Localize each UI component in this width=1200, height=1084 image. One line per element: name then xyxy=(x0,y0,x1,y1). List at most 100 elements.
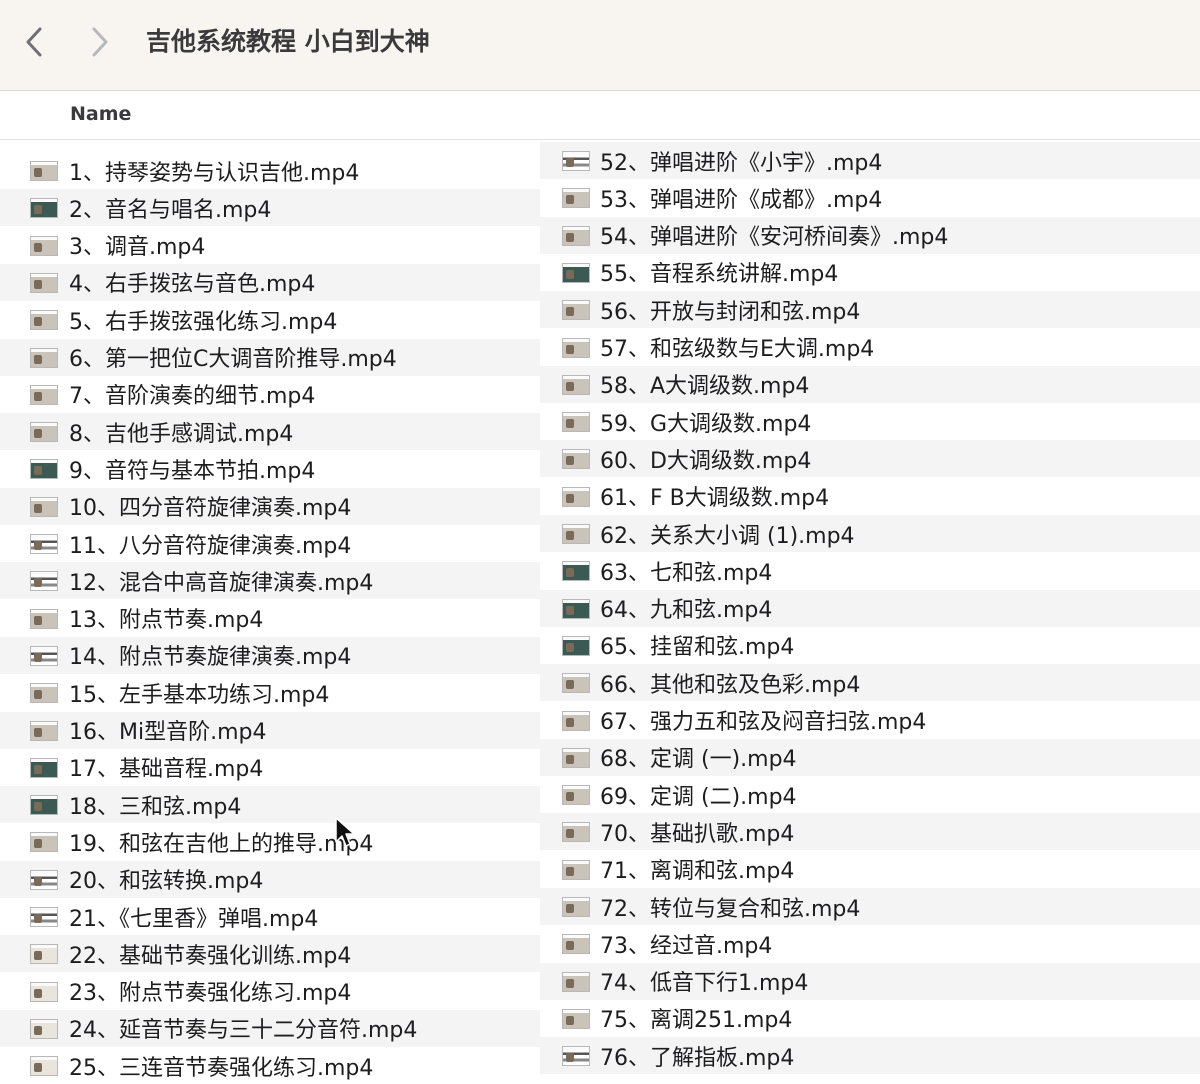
file-name: 61、F B大调级数.mp4 xyxy=(600,486,830,512)
file-name: 55、音程系统讲解.mp4 xyxy=(600,262,839,288)
forward-button[interactable] xyxy=(82,22,118,62)
file-row[interactable]: 7、音阶演奏的细节.mp4 xyxy=(0,376,540,413)
file-name: 9、音符与基本节拍.mp4 xyxy=(69,458,316,484)
file-row[interactable]: 66、其他和弦及色彩.mp4 xyxy=(540,664,1200,702)
file-row[interactable]: 4、右手拨弦与音色.mp4 xyxy=(0,263,540,301)
file-row[interactable]: 1、持琴姿势与认识吉他.mp4 xyxy=(0,152,540,189)
file-row[interactable]: 19、和弦在吉他上的推导.mp4 xyxy=(0,823,540,860)
file-row[interactable]: 54、弹唱进阶《安河桥间奏》.mp4 xyxy=(540,216,1200,254)
back-button[interactable] xyxy=(16,22,52,62)
file-row[interactable]: 20、和弦转换.mp4 xyxy=(0,860,540,898)
file-row[interactable]: 17、基础音程.mp4 xyxy=(0,749,540,786)
file-name: 2、音名与唱名.mp4 xyxy=(69,197,272,223)
file-row[interactable]: 67、强力五和弦及闷音扫弦.mp4 xyxy=(540,702,1200,739)
file-name: 62、关系大小调 (1).mp4 xyxy=(600,523,855,549)
file-row[interactable]: 56、开放与封闭和弦.mp4 xyxy=(540,291,1200,329)
file-row[interactable]: 74、低音下行1.mp4 xyxy=(540,962,1200,1000)
file-name: 65、挂留和弦.mp4 xyxy=(600,635,795,661)
video-thumbnail-icon xyxy=(562,300,590,321)
file-row[interactable]: 64、九和弦.mp4 xyxy=(540,589,1200,627)
video-thumbnail-icon xyxy=(30,683,58,704)
file-name: 53、弹唱进阶《成都》.mp4 xyxy=(600,187,883,213)
file-row[interactable]: 63、七和弦.mp4 xyxy=(540,552,1200,589)
column-header: Name xyxy=(0,91,1200,140)
file-name: 21、《七里香》弹唱.mp4 xyxy=(69,906,319,932)
file-name: 57、和弦级数与E大调.mp4 xyxy=(600,337,875,362)
video-thumbnail-icon xyxy=(562,822,590,843)
file-name: 72、转位与复合和弦.mp4 xyxy=(600,896,861,922)
video-thumbnail-icon xyxy=(30,1018,58,1039)
file-row[interactable]: 10、四分音符旋律演奏.mp4 xyxy=(0,487,540,525)
file-name: 13、附点节奏.mp4 xyxy=(69,608,264,634)
file-row[interactable]: 14、附点节奏旋律演奏.mp4 xyxy=(0,636,540,674)
file-name: 7、音阶演奏的细节.mp4 xyxy=(69,384,316,410)
file-row[interactable]: 15、左手基本功练习.mp4 xyxy=(0,674,540,711)
video-thumbnail-icon xyxy=(562,225,590,246)
file-row[interactable]: 12、混合中高音旋律演奏.mp4 xyxy=(0,562,540,600)
file-row[interactable]: 18、三和弦.mp4 xyxy=(0,786,540,824)
file-row[interactable]: 60、D大调级数.mp4 xyxy=(540,440,1200,478)
file-row[interactable]: 69、定调 (二).mp4 xyxy=(540,776,1200,813)
file-row[interactable]: 73、经过音.mp4 xyxy=(540,925,1200,962)
file-name: 68、定调 (一).mp4 xyxy=(600,747,797,773)
file-row[interactable]: 75、离调251.mp4 xyxy=(540,1000,1200,1037)
file-name: 70、基础扒歌.mp4 xyxy=(600,821,795,847)
video-thumbnail-icon xyxy=(30,907,58,927)
file-row[interactable]: 68、定调 (一).mp4 xyxy=(540,738,1200,776)
video-thumbnail-icon xyxy=(562,524,590,544)
file-row[interactable]: 70、基础扒歌.mp4 xyxy=(540,813,1200,851)
file-row[interactable]: 76、了解指板.mp4 xyxy=(540,1037,1200,1075)
file-row[interactable]: 3、调音.mp4 xyxy=(0,227,540,264)
file-row[interactable]: 16、Mi型音阶.mp4 xyxy=(0,711,540,749)
chevron-right-icon xyxy=(92,27,108,57)
file-row[interactable]: 5、右手拨弦强化练习.mp4 xyxy=(0,301,540,338)
file-name: 11、八分音符旋律演奏.mp4 xyxy=(69,533,352,559)
file-row[interactable]: 25、三连音节奏强化练习.mp4 xyxy=(0,1047,540,1084)
file-row[interactable]: 53、弹唱进阶《成都》.mp4 xyxy=(540,179,1200,216)
file-row[interactable]: 24、延音节奏与三十二分音符.mp4 xyxy=(0,1009,540,1047)
file-name: 67、强力五和弦及闷音扫弦.mp4 xyxy=(600,710,927,735)
file-row[interactable]: 65、挂留和弦.mp4 xyxy=(540,627,1200,664)
file-name: 10、四分音符旋律演奏.mp4 xyxy=(69,496,352,522)
file-row[interactable]: 11、八分音符旋律演奏.mp4 xyxy=(0,525,540,562)
video-thumbnail-icon xyxy=(30,571,58,592)
file-row[interactable]: 21、《七里香》弹唱.mp4 xyxy=(0,898,540,935)
video-thumbnail-icon xyxy=(30,534,58,554)
file-row[interactable]: 57、和弦级数与E大调.mp4 xyxy=(540,329,1200,366)
video-thumbnail-icon xyxy=(562,188,590,209)
file-row[interactable]: 59、G大调级数.mp4 xyxy=(540,403,1200,440)
video-thumbnail-icon xyxy=(562,449,590,470)
video-thumbnail-icon xyxy=(562,859,590,880)
file-name: 52、弹唱进阶《小宇》.mp4 xyxy=(600,150,883,176)
file-row[interactable]: 58、A大调级数.mp4 xyxy=(540,365,1200,403)
file-row[interactable]: 8、吉他手感调试.mp4 xyxy=(0,413,540,451)
file-name: 76、了解指板.mp4 xyxy=(600,1045,795,1071)
name-column-header[interactable]: Name xyxy=(70,91,131,139)
file-name: 19、和弦在吉他上的推导.mp4 xyxy=(69,831,374,857)
file-name: 22、基础节奏强化训练.mp4 xyxy=(69,943,352,969)
file-row[interactable]: 22、基础节奏强化训练.mp4 xyxy=(0,935,540,973)
file-name: 6、第一把位C大调音阶推导.mp4 xyxy=(69,347,397,372)
file-row[interactable]: 6、第一把位C大调音阶推导.mp4 xyxy=(0,338,540,376)
file-row[interactable]: 71、离调和弦.mp4 xyxy=(540,851,1200,888)
file-row[interactable]: 62、关系大小调 (1).mp4 xyxy=(540,515,1200,552)
file-row[interactable]: 72、转位与复合和弦.mp4 xyxy=(540,888,1200,925)
file-row[interactable]: 55、音程系统讲解.mp4 xyxy=(540,254,1200,291)
chevron-left-icon xyxy=(26,27,42,57)
video-thumbnail-icon xyxy=(30,235,58,256)
video-thumbnail-icon xyxy=(562,971,590,992)
file-row[interactable]: 23、附点节奏强化练习.mp4 xyxy=(0,973,540,1010)
file-row[interactable]: 2、音名与唱名.mp4 xyxy=(0,189,540,227)
file-row[interactable]: 9、音符与基本节拍.mp4 xyxy=(0,450,540,487)
file-row[interactable]: 52、弹唱进阶《小宇》.mp4 xyxy=(540,142,1200,179)
video-thumbnail-icon xyxy=(30,272,58,293)
file-row[interactable]: 13、附点节奏.mp4 xyxy=(0,600,540,637)
video-thumbnail-icon xyxy=(562,262,590,283)
video-thumbnail-icon xyxy=(30,869,58,890)
video-thumbnail-icon xyxy=(30,459,58,480)
video-thumbnail-icon xyxy=(562,337,590,358)
file-name: 20、和弦转换.mp4 xyxy=(69,869,264,895)
file-name: 23、附点节奏强化练习.mp4 xyxy=(69,981,352,1007)
video-thumbnail-icon xyxy=(30,608,58,629)
file-row[interactable]: 61、F B大调级数.mp4 xyxy=(540,478,1200,515)
